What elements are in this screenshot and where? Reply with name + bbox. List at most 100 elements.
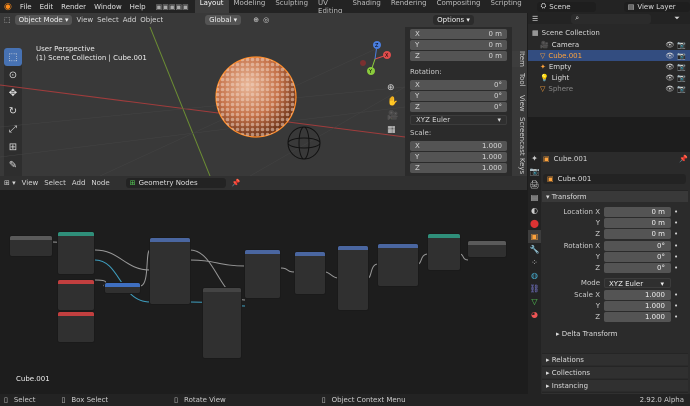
join-geometry-node[interactable] [428,234,460,270]
filter-icon[interactable]: ⏷ [674,14,680,23]
prop-scale-field[interactable]: 1.000 [604,290,671,300]
outliner-search[interactable]: ⌕ [571,13,652,24]
scene-tab-icon[interactable]: ◐ [528,204,541,217]
object-name-field[interactable]: ▣ Cube.001 [543,174,686,184]
node-pin-icon[interactable]: 📌 [232,179,241,187]
prop-location-field[interactable]: 0 m [604,207,671,217]
prop-rotation-field[interactable]: 0° [604,241,671,251]
object-tab-icon[interactable]: ▣ [528,230,541,243]
transform-section[interactable]: ▾ Transform [542,190,688,202]
npanel-loc-z[interactable]: Z0 m [410,51,507,61]
modifier-tab-icon[interactable]: 🔧 [528,243,541,256]
viewport-menu-object[interactable]: Object [140,16,163,24]
npanel-euler-dropdown[interactable]: XYZ Euler ▾ [410,115,507,125]
attribute-math-node-2[interactable] [295,252,325,294]
section-panel[interactable]: ▸ Collections [542,366,688,378]
render-camera-icon[interactable]: 📷 [677,85,690,93]
node-menu-select[interactable]: Select [44,179,66,187]
camera-view-icon[interactable]: 🎥 [387,111,398,121]
editor-type-icon[interactable]: ⬚ [4,16,11,24]
zoom-icon[interactable]: ⊕ [387,83,398,93]
physics-tab-icon[interactable]: ◍ [528,269,541,282]
npanel-rot-y[interactable]: Y 0° [410,91,507,101]
menu-render[interactable]: Render [57,3,90,11]
keyframe-dot-icon[interactable]: • [674,253,678,261]
npanel-tab-item[interactable]: Item [512,51,526,67]
menu-file[interactable]: File [16,3,36,11]
attribute-math-node-1[interactable] [245,250,280,298]
section-panel[interactable]: ▸ Relations [542,353,688,365]
world-tab-icon[interactable]: ⬤ [528,217,541,230]
render-camera-icon[interactable]: 📷 [677,52,690,60]
material-tab-icon[interactable]: ◕ [528,308,541,321]
prop-location-field[interactable]: 0 m [604,229,671,239]
visibility-eye-icon[interactable]: 👁 [665,52,674,60]
visibility-eye-icon[interactable]: 👁 [665,85,674,93]
npanel-tab-view[interactable]: View [512,95,526,112]
prop-rotation-field[interactable]: 0° [604,252,671,262]
prop-rotation-field[interactable]: 0° [604,263,671,273]
group-input-node[interactable] [10,236,52,256]
proportional-edit-icon[interactable]: ◎ [263,16,269,24]
group-output-node[interactable] [468,241,506,257]
visibility-eye-icon[interactable]: 👁 [665,63,674,71]
attribute-vector-math-node[interactable] [150,238,190,304]
transform-node[interactable] [58,232,94,274]
prop-scale-field[interactable]: 1.000 [604,301,671,311]
3d-viewport[interactable]: ⬚ Object Mode ▾ View Select Add Object G… [0,13,527,176]
prop-scale-field[interactable]: 1.000 [604,312,671,322]
npanel-scale-x[interactable]: X 1.000 [410,141,507,151]
npanel-scale-z[interactable]: Z 1.000 [410,163,507,173]
data-tab-icon[interactable]: ▽ [528,295,541,308]
npanel-rot-z[interactable]: Z 0° [410,102,507,112]
npanel-tab-tool[interactable]: Tool [512,73,526,87]
node-menu-add[interactable]: Add [72,179,86,187]
outliner-item[interactable]: 🎥 Camera 👁 📷 [528,39,690,50]
render-tab-icon[interactable]: 📷 [528,165,541,178]
attribute-fill-node[interactable] [338,246,368,310]
tool-tab-icon[interactable]: ✦ [528,152,541,165]
npanel-tab-screencast[interactable]: Screencast Keys [512,117,526,174]
snap-icon[interactable]: ⊕ [253,16,259,24]
render-camera-icon[interactable]: 📷 [677,74,690,82]
keyframe-dot-icon[interactable]: • [674,219,678,227]
view-layer-tab-icon[interactable]: ▤ [528,191,541,204]
keyframe-dot-icon[interactable]: • [674,208,678,216]
section-panel[interactable]: ▸ Instancing [542,379,688,391]
keyframe-dot-icon[interactable]: • [674,313,678,321]
node-editor-type-icon[interactable]: ⊞ ▾ [4,179,16,187]
attribute-randomize-node[interactable] [203,288,241,358]
visibility-eye-icon[interactable]: 👁 [665,74,674,82]
keyframe-dot-icon[interactable]: • [674,302,678,310]
pin-icon[interactable]: 📌 [679,155,688,163]
outliner-item[interactable]: 💡 Light 👁 📷 [528,72,690,83]
outliner-item[interactable]: ▽ Cube.001 👁 📷 [528,50,690,61]
rotation-mode-dropdown[interactable]: XYZ Euler ▾ [604,278,671,288]
viewport-menu-select[interactable]: Select [97,16,119,24]
outliner-type-icon[interactable]: ☰ [532,15,538,23]
prop-location-field[interactable]: 0 m [604,218,671,228]
reroute-node[interactable] [105,283,140,293]
visibility-eye-icon[interactable]: 👁 [665,41,674,49]
scene-selector[interactable]: ⛭ Scene [536,1,596,12]
keyframe-dot-icon[interactable]: • [674,291,678,299]
section-panel[interactable]: ▸ Delta Transform [542,328,688,340]
navigation-gizmo[interactable]: X Y Z [357,41,393,81]
view-layer-selector[interactable]: ▤ View Layer [623,1,690,12]
node-menu-node[interactable]: Node [91,179,109,187]
outliner-item[interactable]: ▽ Sphere 👁 📷 [528,83,690,94]
npanel-rot-x[interactable]: X 0° [410,80,507,90]
mode-dropdown[interactable]: Object Mode ▾ [14,15,73,25]
orientation-dropdown[interactable]: Global ▾ [205,15,242,25]
menu-window[interactable]: Window [90,3,126,11]
vector-input-node-1[interactable] [58,280,94,310]
outliner-item[interactable]: ✦ Empty 👁 📷 [528,61,690,72]
constraints-tab-icon[interactable]: ⛓ [528,282,541,295]
node-tree-selector[interactable]: ⊞ Geometry Nodes [125,178,226,188]
point-instance-node[interactable] [378,244,418,286]
node-editor[interactable]: ⊞ ▾ View Select Add Node ⊞ Geometry Nodes… [0,176,527,394]
menu-edit[interactable]: Edit [36,3,58,11]
menu-help[interactable]: Help [126,3,150,11]
keyframe-dot-icon[interactable]: • [674,242,678,250]
render-camera-icon[interactable]: 📷 [677,41,690,49]
